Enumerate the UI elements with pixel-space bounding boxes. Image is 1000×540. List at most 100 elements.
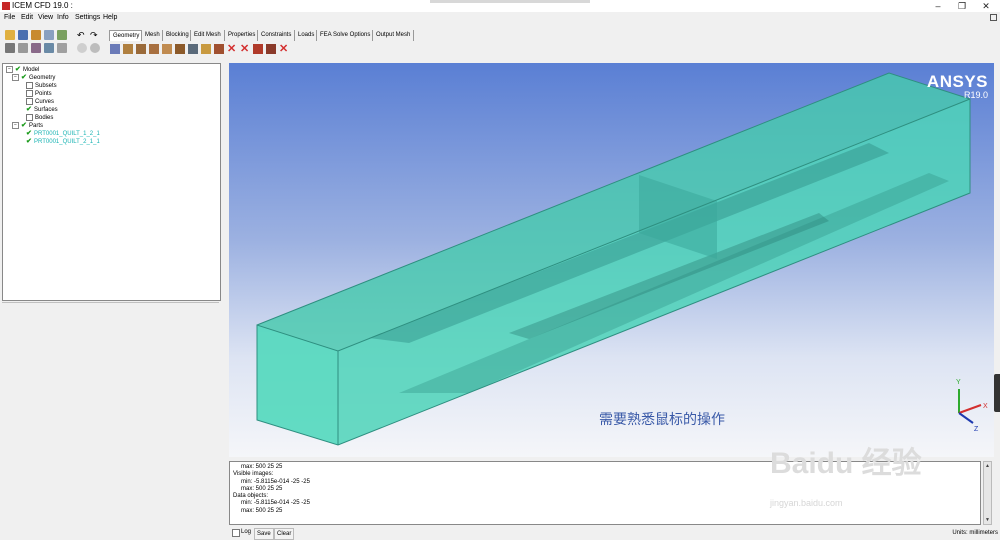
menu-file[interactable]: File	[4, 14, 15, 21]
tree-part-item[interactable]: ✔ PRT0001_QUILT_1_2_1	[26, 130, 100, 138]
model-tree: − ✔ Model − ✔ Geometry Subsets Points Curves…	[2, 63, 221, 301]
create-faceted-icon[interactable]	[175, 44, 185, 54]
zoom-box-icon[interactable]	[18, 43, 28, 53]
tab-constraints[interactable]: Constraints	[258, 30, 295, 41]
main-toolbar: ↶ ↷	[0, 28, 104, 58]
delete-body-icon[interactable]	[266, 44, 276, 54]
tree-curves[interactable]: Curves	[26, 98, 54, 106]
transform-geometry-icon[interactable]	[201, 44, 211, 54]
create-point-icon[interactable]	[110, 44, 120, 54]
brand-name: ANSYS	[926, 72, 988, 91]
measure-icon[interactable]	[31, 43, 41, 53]
restore-dormant-icon[interactable]	[214, 44, 224, 54]
z-axis-label: Z	[974, 426, 979, 433]
tab-mesh[interactable]: Mesh	[142, 30, 163, 41]
check-icon[interactable]: ✔	[21, 74, 27, 82]
tree-model[interactable]: − ✔ Model	[6, 66, 39, 74]
wire-view-icon[interactable]	[90, 43, 100, 53]
save-icon[interactable]	[18, 30, 28, 40]
maximize-button[interactable]: ❐	[952, 0, 972, 12]
console-line: Data objects:	[233, 493, 269, 500]
tab-loads[interactable]: Loads	[295, 30, 317, 41]
fit-window-icon[interactable]	[5, 43, 15, 53]
tab-blocking[interactable]: Blocking	[163, 30, 191, 41]
tab-fea-solve-options[interactable]: FEA Solve Options	[317, 30, 373, 41]
checkbox[interactable]	[26, 114, 33, 121]
tree-surfaces[interactable]: ✔ Surfaces	[26, 106, 58, 114]
restore-icon[interactable]	[990, 14, 997, 21]
side-panel-handle[interactable]	[994, 374, 1000, 412]
create-curve-icon[interactable]	[123, 44, 133, 54]
check-icon[interactable]: ✔	[21, 122, 27, 130]
tab-geometry[interactable]: Geometry	[109, 30, 142, 41]
open-icon[interactable]	[5, 30, 15, 40]
console-bottom-bar: Log Save Clear Units: millimeters	[229, 528, 1000, 540]
tree-bodies[interactable]: Bodies	[26, 114, 53, 122]
model-render: Y X Z	[256, 72, 988, 446]
data-entry-panel	[2, 302, 219, 537]
tab-edit-mesh[interactable]: Edit Mesh	[191, 30, 225, 41]
checkbox[interactable]	[26, 98, 33, 105]
title-ghost-bar	[430, 0, 590, 3]
minimize-button[interactable]: –	[928, 0, 948, 12]
checkbox[interactable]	[26, 90, 33, 97]
menu-edit[interactable]: Edit	[21, 14, 33, 21]
menu-view[interactable]: View	[38, 14, 53, 21]
check-icon[interactable]: ✔	[26, 138, 32, 146]
collapse-icon[interactable]: −	[6, 66, 13, 73]
midsurface-icon[interactable]	[162, 44, 172, 54]
title-bar: ICEM CFD 19.0 : – ❐ ✕	[0, 0, 1000, 12]
checkbox[interactable]	[26, 82, 33, 89]
x-axis-line	[958, 404, 982, 414]
check-icon[interactable]: ✔	[26, 130, 32, 138]
tab-properties[interactable]: Properties	[225, 30, 258, 41]
menu-info[interactable]: Info	[57, 14, 69, 21]
clear-log-button[interactable]: Clear	[274, 528, 295, 540]
open-geometry-icon[interactable]	[31, 30, 41, 40]
log-label: Log	[241, 529, 252, 535]
collapse-icon[interactable]: −	[12, 122, 19, 129]
tree-geometry[interactable]: − ✔ Geometry	[12, 74, 55, 82]
app-icon	[2, 2, 10, 10]
display-options-icon[interactable]	[44, 43, 54, 53]
x-axis-label: X	[983, 403, 988, 410]
save-geometry-icon[interactable]	[44, 30, 54, 40]
window-title: ICEM CFD 19.0 :	[12, 1, 73, 10]
open-blocking-icon[interactable]	[57, 30, 67, 40]
tree-parts[interactable]: − ✔ Parts	[12, 122, 43, 130]
graphics-viewport[interactable]: Y X Z ANSYS R19.0 需要熟悉鼠标的操作	[229, 63, 994, 457]
console-scrollbar[interactable]: ▲ ▼	[983, 461, 992, 525]
undo-icon[interactable]: ↶	[77, 30, 87, 40]
menu-help[interactable]: Help	[103, 14, 117, 21]
check-icon[interactable]: ✔	[26, 106, 32, 114]
console-line: max: 500 25 25	[241, 485, 283, 492]
baidu-watermark: Baidu 经验	[770, 447, 922, 480]
delete-surface-icon[interactable]	[253, 44, 263, 54]
ansys-brand: ANSYS R19.0	[927, 72, 988, 100]
delete-point-icon[interactable]: ✕	[227, 44, 237, 55]
annotation-text: 需要熟悉鼠标的操作	[599, 412, 725, 428]
collapse-icon[interactable]: −	[12, 74, 19, 81]
units-label: Units: millimeters	[952, 530, 998, 536]
repair-geometry-icon[interactable]	[188, 44, 198, 54]
solid-view-icon[interactable]	[77, 43, 87, 53]
delete-curve-icon[interactable]: ✕	[240, 44, 250, 55]
baidu-watermark-url: jingyan.baidu.com	[770, 498, 843, 508]
delete-any-entity-icon[interactable]: ✕	[279, 44, 289, 55]
check-icon[interactable]: ✔	[15, 66, 21, 74]
menu-settings[interactable]: Settings	[75, 14, 100, 21]
scroll-up-icon[interactable]: ▲	[984, 462, 991, 470]
redo-icon[interactable]: ↷	[90, 30, 100, 40]
close-button[interactable]: ✕	[976, 0, 996, 12]
create-surface-icon[interactable]	[136, 44, 146, 54]
tab-output-mesh[interactable]: Output Mesh	[373, 30, 414, 41]
scroll-down-icon[interactable]: ▼	[984, 516, 991, 524]
tree-part-item[interactable]: ✔ PRT0001_QUILT_2_1_1	[26, 138, 100, 146]
tree-points[interactable]: Points	[26, 90, 52, 98]
create-body-icon[interactable]	[149, 44, 159, 54]
refresh-icon[interactable]	[57, 43, 67, 53]
save-log-button[interactable]: Save	[254, 528, 274, 540]
tree-subsets[interactable]: Subsets	[26, 82, 57, 90]
console-line: max: 500 25 25	[241, 507, 283, 514]
log-checkbox[interactable]	[232, 529, 240, 537]
